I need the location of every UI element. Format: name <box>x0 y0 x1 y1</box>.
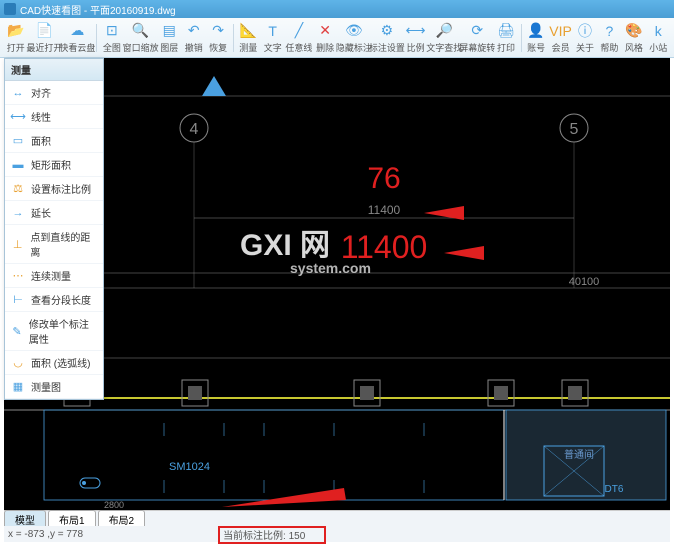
风格-icon: 🎨 <box>625 22 643 40</box>
屏幕旋转-icon: ⟳ <box>468 22 486 40</box>
tool-小站[interactable]: k小站 <box>647 20 670 56</box>
menu-连续测量[interactable]: ⋯连续测量 <box>5 264 103 288</box>
tool-测量[interactable]: 📐测量 <box>237 20 260 56</box>
tool-打开[interactable]: 📂打开 <box>4 20 27 56</box>
连续测量-icon: ⋯ <box>11 269 25 283</box>
最近打开-icon: 📄 <box>35 22 53 40</box>
tool-隐藏标注[interactable]: 👁隐藏标注 <box>338 20 370 56</box>
文字查找-icon: 🔎 <box>435 22 453 40</box>
图层-icon: ▤ <box>160 22 178 40</box>
tool-文字查找[interactable]: 🔎文字查找 <box>428 20 460 56</box>
menu-查看分段长度[interactable]: ⊢查看分段长度 <box>5 288 103 312</box>
tab-布局1[interactable]: 布局1 <box>48 510 96 528</box>
线性-icon: ⟷ <box>11 110 25 124</box>
tool-屏幕旋转[interactable]: ⟳屏幕旋转 <box>461 20 493 56</box>
测量-icon: 📐 <box>239 22 257 40</box>
账号-icon: 👤 <box>527 22 545 40</box>
tool-关于[interactable]: ⓘ关于 <box>573 20 596 56</box>
tab-模型[interactable]: 模型 <box>4 510 46 528</box>
面积 (选弧线)-icon: ◡ <box>11 356 25 370</box>
tool-窗口缩放[interactable]: 🔍窗口缩放 <box>125 20 157 56</box>
撤销-icon: ↶ <box>185 22 203 40</box>
title-bar: CAD快速看图 - 平面20160919.dwg <box>0 0 674 18</box>
menu-矩形面积[interactable]: ▬矩形面积 <box>5 153 103 177</box>
menu-延长[interactable]: →延长 <box>5 201 103 225</box>
dim-mid: 11400 <box>368 203 401 217</box>
查看分段长度-icon: ⊢ <box>11 293 25 307</box>
小站-icon: k <box>649 22 667 40</box>
dim-main: 11400 <box>341 229 428 265</box>
menu-面积[interactable]: ▭面积 <box>5 129 103 153</box>
帮助-icon: ? <box>600 22 618 40</box>
app-icon <box>4 3 16 15</box>
room-label-dt: DT6 <box>605 484 624 495</box>
menu-对齐[interactable]: ↔对齐 <box>5 81 103 105</box>
tool-文字[interactable]: T文字 <box>261 20 284 56</box>
打印-icon: 🖨 <box>497 22 515 40</box>
axis-label-5: 5 <box>570 121 579 138</box>
打开-icon: 📂 <box>7 22 25 40</box>
tool-会员[interactable]: VIP会员 <box>549 20 572 56</box>
tool-比例[interactable]: ⟷比例 <box>404 20 427 56</box>
矩形面积-icon: ▬ <box>11 158 25 172</box>
tool-全图[interactable]: ⊡全图 <box>100 20 123 56</box>
延长-icon: → <box>11 206 25 220</box>
恢复-icon: ↷ <box>209 22 227 40</box>
tool-帮助[interactable]: ?帮助 <box>598 20 621 56</box>
标注设置-icon: ⚙ <box>378 22 396 40</box>
status-scale: 当前标注比例: 150 <box>223 527 305 542</box>
窗口缩放-icon: 🔍 <box>132 22 150 40</box>
删除-icon: ✕ <box>316 22 334 40</box>
window-title: CAD快速看图 - 平面20160919.dwg <box>20 2 176 17</box>
面积-icon: ▭ <box>11 134 25 148</box>
tool-风格[interactable]: 🎨风格 <box>622 20 645 56</box>
tool-恢复[interactable]: ↷恢复 <box>206 20 229 56</box>
tool-账号[interactable]: 👤账号 <box>524 20 547 56</box>
svg-text:普通间: 普通间 <box>564 448 594 461</box>
menu-面积 (选弧线)[interactable]: ◡面积 (选弧线) <box>5 351 103 375</box>
menu-修改单个标注属性[interactable]: ✎修改单个标注属性 <box>5 312 103 351</box>
menu-点到直线的距离[interactable]: ⊥点到直线的距离 <box>5 225 103 264</box>
dim-small: 2800 <box>104 500 124 510</box>
main-toolbar: 📂打开📄最近打开☁快看云盘 ⊡全图🔍窗口缩放▤图层↶撤销↷恢复 📐测量T文字╱任意线… <box>0 18 674 58</box>
全图-icon: ⊡ <box>103 22 121 40</box>
会员-icon: VIP <box>552 22 570 40</box>
关于-icon: ⓘ <box>576 22 594 40</box>
dim-top: 76 <box>367 162 400 195</box>
status-bar: x = -873 ,y = 778 当前标注比例: 150 <box>4 526 670 542</box>
tool-任意线[interactable]: ╱任意线 <box>285 20 312 56</box>
tabs-bar: 模型布局1布局2 <box>4 510 670 526</box>
dropdown-header: 测量 <box>5 59 103 81</box>
tool-打印[interactable]: 🖨打印 <box>494 20 517 56</box>
menu-测量图[interactable]: ▦测量图 <box>5 375 103 399</box>
隐藏标注-icon: 👁 <box>345 22 363 40</box>
修改单个标注属性-icon: ✎ <box>11 324 23 338</box>
文字-icon: T <box>264 22 282 40</box>
menu-设置标注比例[interactable]: ⚖设置标注比例 <box>5 177 103 201</box>
任意线-icon: ╱ <box>290 22 308 40</box>
room-label-sm: SM1024 <box>169 461 210 473</box>
tool-最近打开[interactable]: 📄最近打开 <box>28 20 60 56</box>
快看云盘-icon: ☁ <box>68 22 86 40</box>
menu-线性[interactable]: ⟷线性 <box>5 105 103 129</box>
比例-icon: ⟷ <box>407 22 425 40</box>
measure-dropdown: 测量 ↔对齐⟷线性▭面积▬矩形面积⚖设置标注比例→延长⊥点到直线的距离⋯连续测量… <box>4 58 104 400</box>
tab-布局2[interactable]: 布局2 <box>98 510 146 528</box>
tool-标注设置[interactable]: ⚙标注设置 <box>371 20 403 56</box>
tool-图层[interactable]: ▤图层 <box>158 20 181 56</box>
tool-撤销[interactable]: ↶撤销 <box>182 20 205 56</box>
tool-快看云盘[interactable]: ☁快看云盘 <box>61 20 93 56</box>
tool-删除[interactable]: ✕删除 <box>313 20 336 56</box>
axis-label-4: 4 <box>190 121 199 138</box>
status-coords: x = -873 ,y = 778 <box>8 529 83 540</box>
测量图-icon: ▦ <box>11 380 25 394</box>
dim-right: 40100 <box>569 276 600 288</box>
设置标注比例-icon: ⚖ <box>11 182 25 196</box>
对齐-icon: ↔ <box>11 86 25 100</box>
点到直线的距离-icon: ⊥ <box>11 237 24 251</box>
